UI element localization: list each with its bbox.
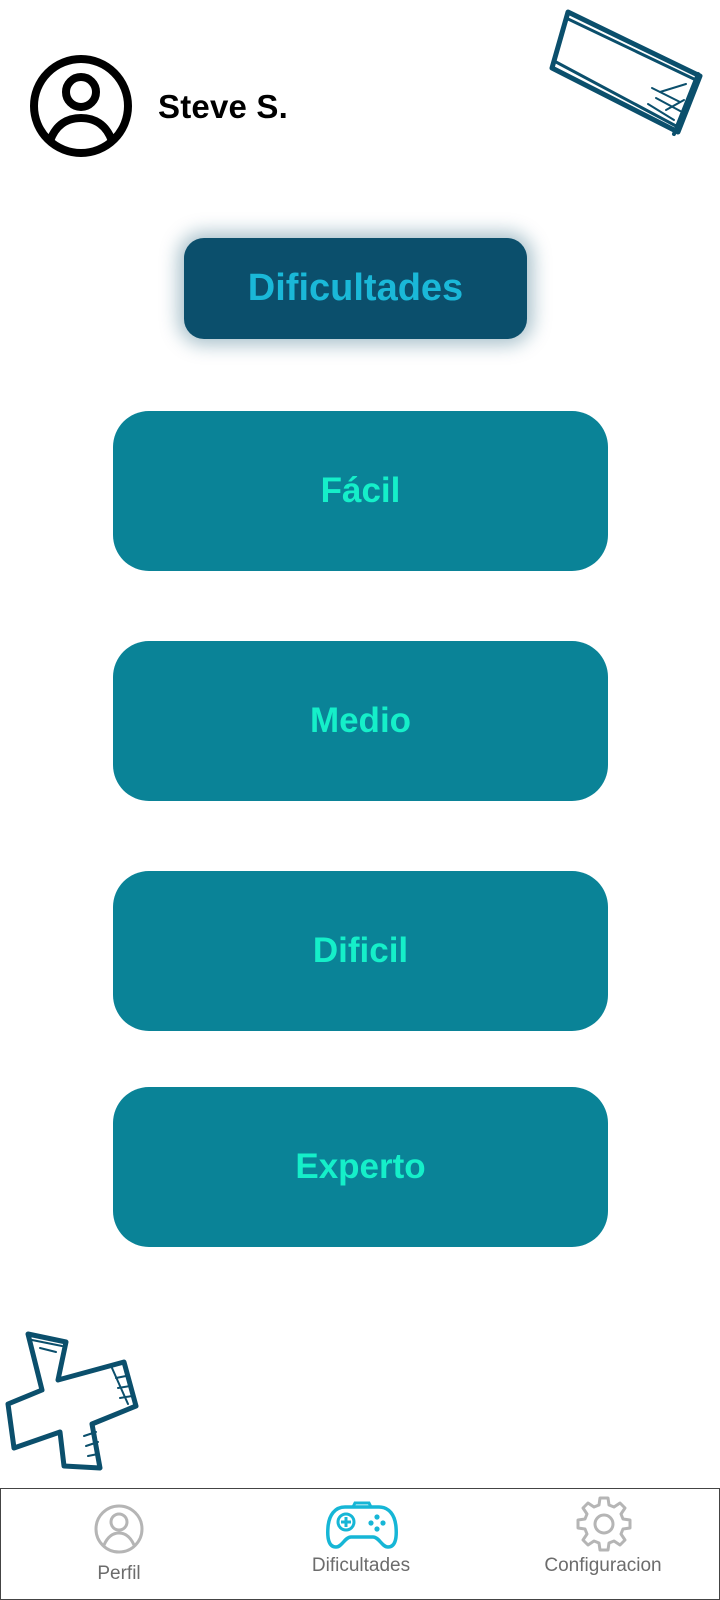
easy-level-label: Fácil (320, 471, 401, 510)
nav-item-configuracion[interactable]: Configuracion (503, 1489, 703, 1599)
easy-level-button[interactable]: Fácil (113, 411, 608, 571)
difficulty-title-label: Dificultades (247, 267, 464, 309)
difficulty-screen: Steve S. Dificultades Fácil Medio Difici… (0, 0, 720, 1600)
nav-label-perfil: Perfil (97, 1563, 141, 1584)
sketch-rectangle-icon (549, 9, 703, 136)
bottom-navigation: Perfil Dificultades Configuracion (0, 1488, 720, 1600)
difficulty-title: Dificultades (184, 238, 527, 339)
medium-level-label: Medio (309, 701, 412, 740)
gear-icon (576, 1496, 632, 1552)
nav-label-configuracion: Configuracion (544, 1555, 662, 1576)
username-label: Steve S. (158, 88, 289, 125)
medium-level-button[interactable]: Medio (113, 641, 608, 801)
nav-item-perfil[interactable]: Perfil (19, 1489, 219, 1599)
hard-level-label: Dificil (312, 931, 409, 970)
nav-item-dificultades[interactable]: Dificultades (261, 1489, 461, 1599)
gamepad-icon (326, 1501, 398, 1549)
user-circle-icon (94, 1504, 144, 1554)
hard-level-button[interactable]: Dificil (113, 871, 608, 1031)
nav-label-dificultades: Dificultades (311, 1555, 411, 1576)
expert-level-button[interactable]: Experto (113, 1087, 608, 1247)
user-circle-icon[interactable] (28, 54, 134, 158)
expert-level-label: Experto (295, 1147, 426, 1186)
sketch-cross-icon (5, 1331, 139, 1471)
